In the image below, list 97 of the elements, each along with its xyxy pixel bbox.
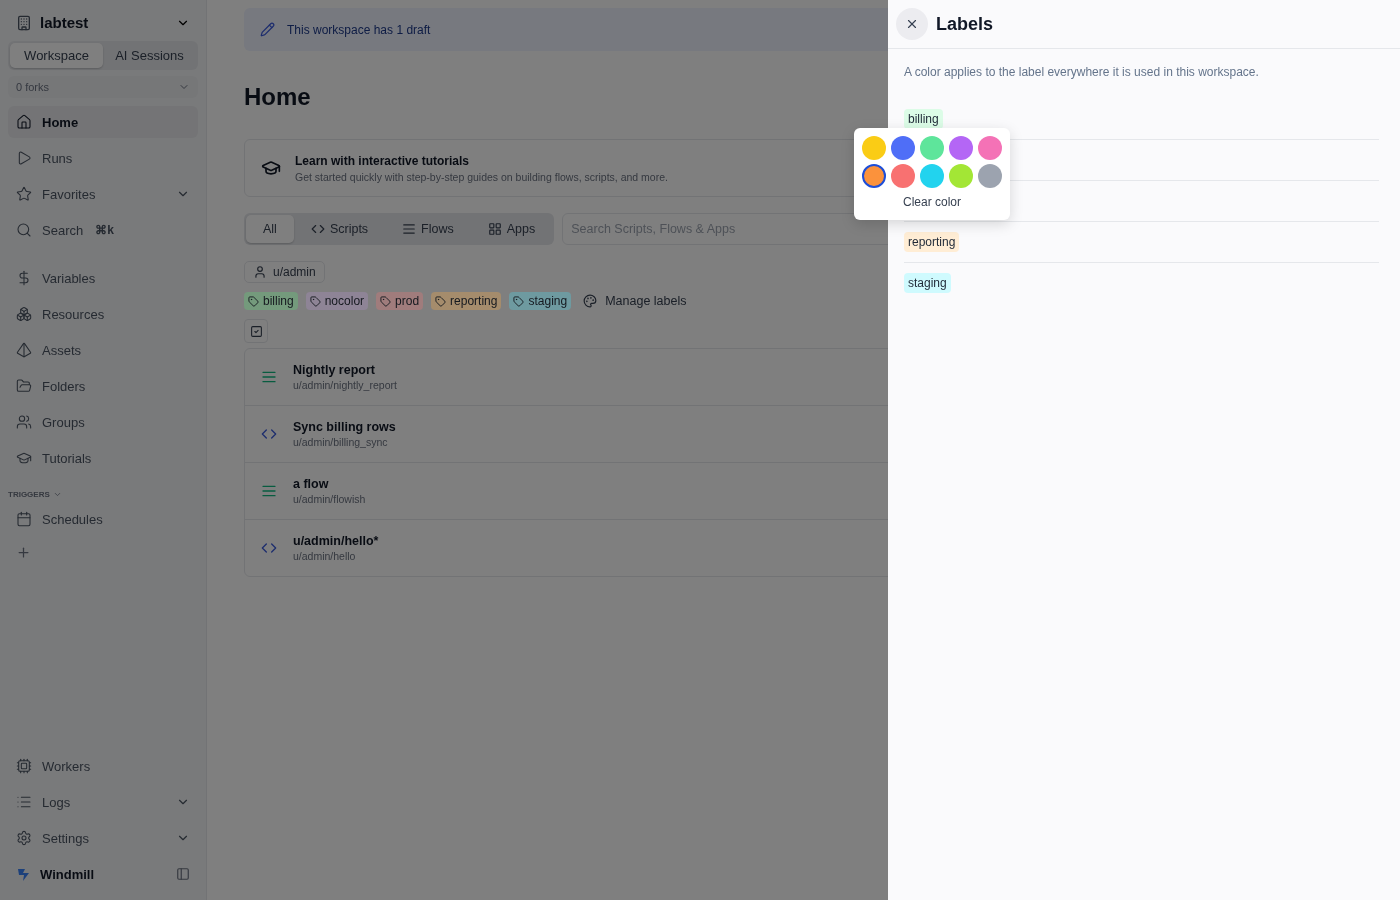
checkbox-icon [249,324,263,338]
color-swatch[interactable] [978,136,1002,160]
sidebar-item[interactable]: Search ⌘k [8,214,198,246]
boxes-icon [16,306,32,322]
color-swatch[interactable] [862,136,886,160]
mode-tab[interactable]: AI Sessions [103,43,196,68]
select-toggle[interactable] [244,319,268,343]
sidebar-item[interactable]: Settings [8,822,198,854]
sidebar-item[interactable]: Workers [8,750,198,782]
item-path: u/admin/nightly_report [293,379,397,391]
drawer-description: A color applies to the label everywhere it is used in this workspace. [904,65,1260,79]
item-name: Sync billing rows [293,420,396,434]
filter-tab[interactable]: Flows [385,215,471,243]
tag-icon [513,295,525,307]
star-icon [16,186,32,202]
sidebar-item[interactable]: Favorites [8,178,198,210]
lines-icon [402,222,417,236]
label-tag[interactable]: billing [904,109,943,129]
folder-icon [16,378,32,394]
label-tag[interactable]: billing [244,292,298,310]
lines-icon [261,483,277,499]
user-icon [253,265,267,279]
label-tag[interactable]: prod [376,292,424,310]
sidebar-item[interactable]: Variables [8,262,198,294]
banner-text: This workspace has 1 draft [287,22,431,37]
users-icon [16,414,32,430]
section-heading[interactable]: TRIGGERS [8,490,50,499]
settings-icon [16,830,32,846]
label-tag[interactable]: staging [904,273,951,293]
item-name: u/admin/hello* [293,534,379,548]
owner-filter[interactable]: u/admin [244,261,325,283]
calendar-icon [16,511,32,527]
tag-icon [380,295,392,307]
filter-tab[interactable]: All [246,215,294,243]
label-tag[interactable]: staging [509,292,572,310]
color-swatch[interactable] [949,136,973,160]
label-tag[interactable]: nocolor [305,292,369,310]
shortcut-hint: ⌘k [95,222,114,238]
filter-tab[interactable]: Scripts [293,215,386,243]
close-icon [905,17,919,31]
grid-icon [487,222,502,236]
lines-icon [261,369,277,385]
code-icon [310,222,325,236]
workspace-name[interactable]: labtest [40,14,168,31]
color-swatch[interactable] [978,164,1002,188]
pyramid-icon [16,342,32,358]
pencil-icon [260,22,275,37]
tag-icon [309,295,321,307]
close-button[interactable] [896,8,928,40]
drawer-title: Labels [936,13,994,35]
clear-color-button[interactable]: Clear color [897,194,967,210]
search-icon [16,222,32,238]
building-icon [16,14,32,31]
tag-icon [248,295,259,307]
sidebar-item[interactable]: Schedules [8,503,198,535]
code-icon [261,540,277,556]
sidebar-item[interactable]: Logs [8,786,198,818]
graduation-cap-icon [16,450,32,466]
item-name: Nightly report [293,363,376,377]
color-swatch[interactable] [862,164,886,188]
chip-icon [16,758,32,774]
sidebar-item[interactable]: Groups [8,406,198,438]
home-icon [16,114,32,130]
sidebar-item[interactable]: Home [8,106,198,138]
sidebar-item[interactable]: Runs [8,142,198,174]
windmill-logo-icon [16,866,32,882]
manage-labels-link[interactable]: Manage labels [583,294,687,308]
sidebar-item[interactable]: Tutorials [8,442,198,474]
item-path: u/admin/billing_sync [293,436,389,448]
sidebar-item[interactable]: Folders [8,370,198,402]
palette-icon [583,294,598,308]
dollar-icon [16,270,32,286]
brand-name: Windmill [40,866,96,882]
mode-tab[interactable]: Workspace [10,43,103,68]
card-subtitle: Get started quickly with step-by-step guides on building flows, scripts, and more. [295,170,668,183]
add-icon[interactable] [16,545,31,560]
sidebar-item[interactable]: Assets [8,334,198,366]
tag-icon [435,295,447,307]
panel-toggle-icon[interactable] [176,867,190,881]
filter-tab[interactable]: Apps [470,215,553,243]
item-name: a flow [293,477,330,491]
item-path: u/admin/hello [293,550,357,562]
list-icon [16,794,32,810]
label-tag[interactable]: reporting [904,232,960,252]
code-icon [261,426,277,442]
color-swatch[interactable] [891,136,915,160]
color-swatch[interactable] [949,164,973,188]
color-swatch[interactable] [920,164,944,188]
color-swatch[interactable] [920,136,944,160]
color-swatch[interactable] [891,164,915,188]
card-title: Learn with interactive tutorials [295,153,471,168]
sidebar-item[interactable]: Resources [8,298,198,330]
label-tag[interactable]: reporting [431,292,502,310]
graduation-cap-icon [261,158,281,178]
page-title: Home [244,83,312,111]
play-icon [16,150,32,166]
item-path: u/admin/flowish [293,493,366,505]
